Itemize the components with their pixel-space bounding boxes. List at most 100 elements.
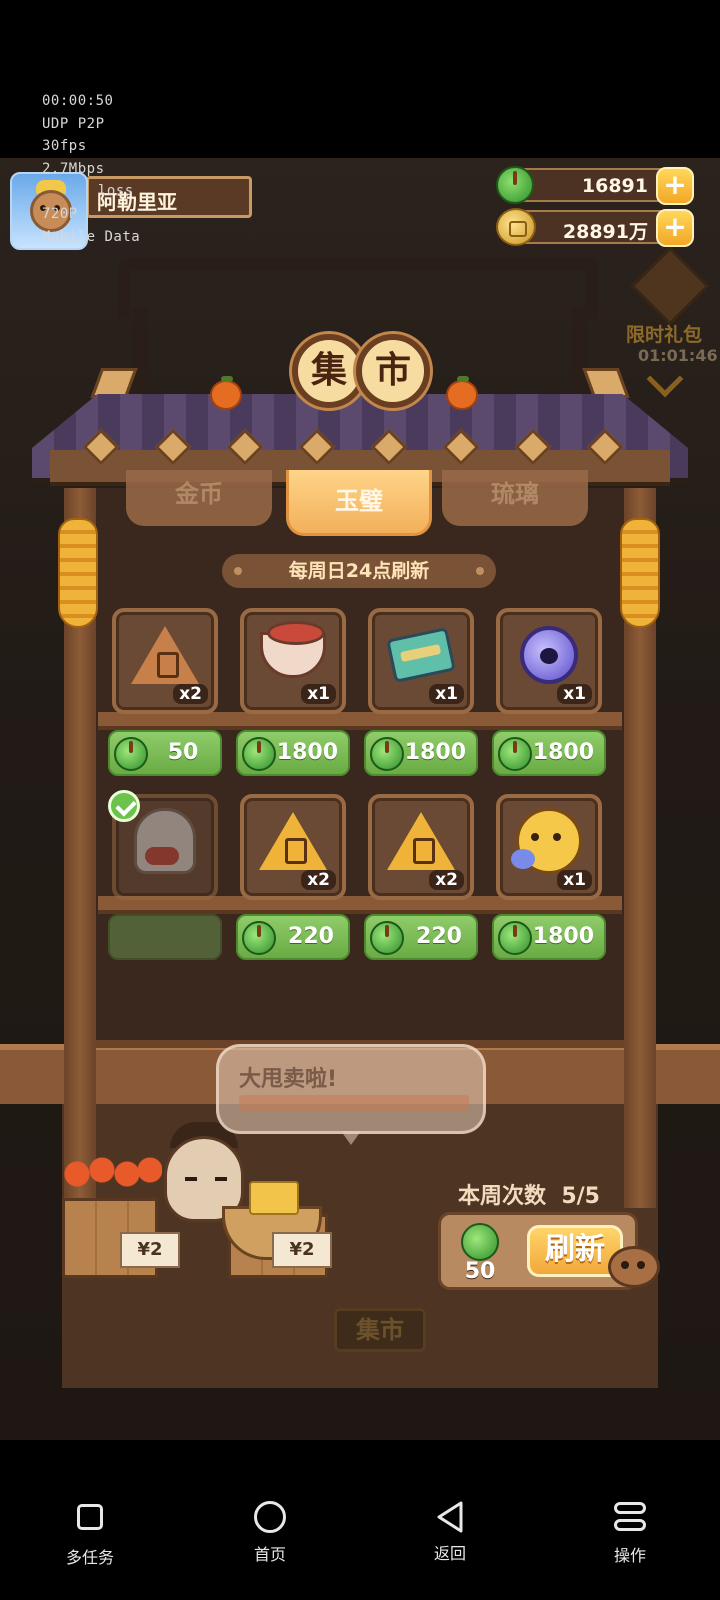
buy-button-item-3[interactable]: 1800: [364, 730, 478, 776]
buy-button-item-2[interactable]: 1800: [236, 730, 350, 776]
item-price: 1800: [532, 924, 594, 949]
item-quantity: x2: [429, 870, 464, 890]
purchased-check-icon: [108, 790, 140, 822]
stream-resolution: 720P: [42, 205, 78, 222]
stream-bitrate: 2.7Mbps: [42, 160, 105, 177]
limited-gift-timer: 01:01:46: [638, 346, 718, 365]
shop-item-1[interactable]: x2: [112, 608, 218, 714]
stream-fps: 30fps: [42, 138, 87, 155]
market-sign-char: 市: [356, 334, 430, 408]
shop-item-8[interactable]: x1: [496, 794, 602, 900]
operation-icon: [614, 1502, 646, 1532]
shop-item-2[interactable]: x1: [240, 608, 346, 714]
jade-balance: 16891 +: [496, 166, 694, 205]
item-quantity: x1: [557, 870, 592, 890]
gold-coin-icon: [496, 208, 536, 246]
background-arch: [118, 258, 598, 318]
corn-decoration-icon: [58, 518, 98, 628]
market-sign-char: 集: [292, 334, 366, 408]
tomatoes-icon: [62, 1154, 162, 1194]
mascot-icon: [608, 1246, 660, 1288]
jade-icon: [370, 737, 404, 771]
corn-decoration-icon: [620, 518, 660, 628]
jade-icon: [498, 737, 532, 771]
gift-box-icon: [630, 246, 710, 326]
stream-elapsed: 00:00:50: [42, 93, 114, 109]
tab-gold-coin[interactable]: 金币: [126, 470, 272, 526]
price-tag: ¥2: [120, 1232, 180, 1268]
buy-button-item-6[interactable]: 220: [236, 914, 350, 960]
limited-gift[interactable]: 限时礼包 01:01:46: [620, 246, 718, 408]
gold-triangle-token-icon: [387, 812, 455, 871]
buy-button-item-7[interactable]: 220: [364, 914, 478, 960]
nav-label: 首页: [253, 1545, 286, 1564]
nav-back[interactable]: 返回: [390, 1500, 510, 1564]
item-quantity: x1: [557, 684, 592, 704]
porcelain-bowl-icon: [260, 621, 326, 679]
item-price: 1800: [532, 740, 594, 765]
stream-network: Mobile Data: [42, 228, 141, 245]
weekly-refresh-count: 本周次数 5/5: [458, 1178, 600, 1210]
square-icon: [77, 1504, 103, 1530]
brown-triangle-token-icon: [131, 626, 199, 685]
tab-jade[interactable]: 玉璧: [286, 470, 432, 536]
game-viewport: 阿勒里亚 16891 + 28891万 + 限时礼包 01:01:46 集 市 …: [0, 158, 720, 1440]
jade-icon: [498, 921, 532, 955]
gold-balance: 28891万 +: [496, 208, 694, 247]
stream-stats: 00:00:50 UDP P2P 30fps 2.7Mbps loss 720P…: [42, 90, 140, 248]
shop-item-4[interactable]: x1: [496, 608, 602, 714]
item-price: 220: [416, 924, 462, 949]
vendor-speech-title: 大甩卖啦!: [239, 1067, 338, 1092]
vendor-speech-subtitle: [239, 1095, 469, 1111]
buy-button-item-8[interactable]: 1800: [492, 914, 606, 960]
item-price: 1800: [404, 740, 466, 765]
shop-item-7[interactable]: x2: [368, 794, 474, 900]
jade-value: 16891: [581, 175, 648, 197]
nav-label: 多任务: [65, 1548, 114, 1567]
jade-icon: [461, 1223, 499, 1261]
character-portrait-icon: [134, 808, 196, 875]
treasure-chest-icon: [386, 627, 456, 684]
refresh-panel: 50 刷新: [438, 1212, 638, 1290]
price-tag: ¥2: [272, 1232, 332, 1268]
gold-triangle-token-icon: [259, 812, 327, 871]
vendor-speech-bubble: 大甩卖啦!: [216, 1044, 486, 1145]
yellow-cat-pet-icon: [511, 808, 582, 875]
add-jade-button[interactable]: +: [656, 167, 694, 205]
jade-icon: [370, 921, 404, 955]
buy-button-item-4[interactable]: 1800: [492, 730, 606, 776]
gold-value: 28891万: [562, 221, 648, 243]
stream-loss: loss: [98, 183, 134, 200]
persimmon-icon: [446, 376, 478, 410]
stream-protocol: UDP P2P: [42, 115, 105, 132]
currency-tabs: 金币 玉璧 琉璃: [122, 470, 598, 536]
item-price: 1800: [276, 740, 338, 765]
shop-item-6[interactable]: x2: [240, 794, 346, 900]
jade-icon: [496, 166, 534, 204]
refresh-cost: 50: [464, 1259, 496, 1284]
item-quantity: x2: [173, 684, 208, 704]
weekly-count-label: 本周次数: [458, 1184, 547, 1209]
item-quantity: x1: [429, 684, 464, 704]
shop-item-3[interactable]: x1: [368, 608, 474, 714]
item-quantity: x2: [301, 870, 336, 890]
buy-button-item-1[interactable]: 50: [108, 730, 222, 776]
persimmon-icon: [210, 376, 242, 410]
jade-icon: [114, 737, 148, 771]
refresh-schedule-note: 每周日24点刷新: [222, 554, 496, 588]
shelf: [98, 712, 622, 730]
circle-icon: [254, 1501, 286, 1533]
item-price: 220: [288, 924, 334, 949]
item-quantity: x1: [301, 684, 336, 704]
nav-operation[interactable]: 操作: [570, 1500, 690, 1566]
add-gold-button[interactable]: +: [656, 209, 694, 247]
weekly-count-value: 5/5: [561, 1184, 600, 1209]
nav-home[interactable]: 首页: [210, 1500, 330, 1565]
purple-cat-orb-icon: [520, 626, 578, 685]
sold-out-slot: [108, 914, 222, 960]
tab-glaze[interactable]: 琉璃: [442, 470, 588, 526]
nav-multitask[interactable]: 多任务: [30, 1500, 150, 1568]
market-floor-sign: 集市: [334, 1308, 426, 1352]
chevron-down-icon[interactable]: [646, 360, 684, 398]
item-price: 50: [167, 740, 199, 765]
